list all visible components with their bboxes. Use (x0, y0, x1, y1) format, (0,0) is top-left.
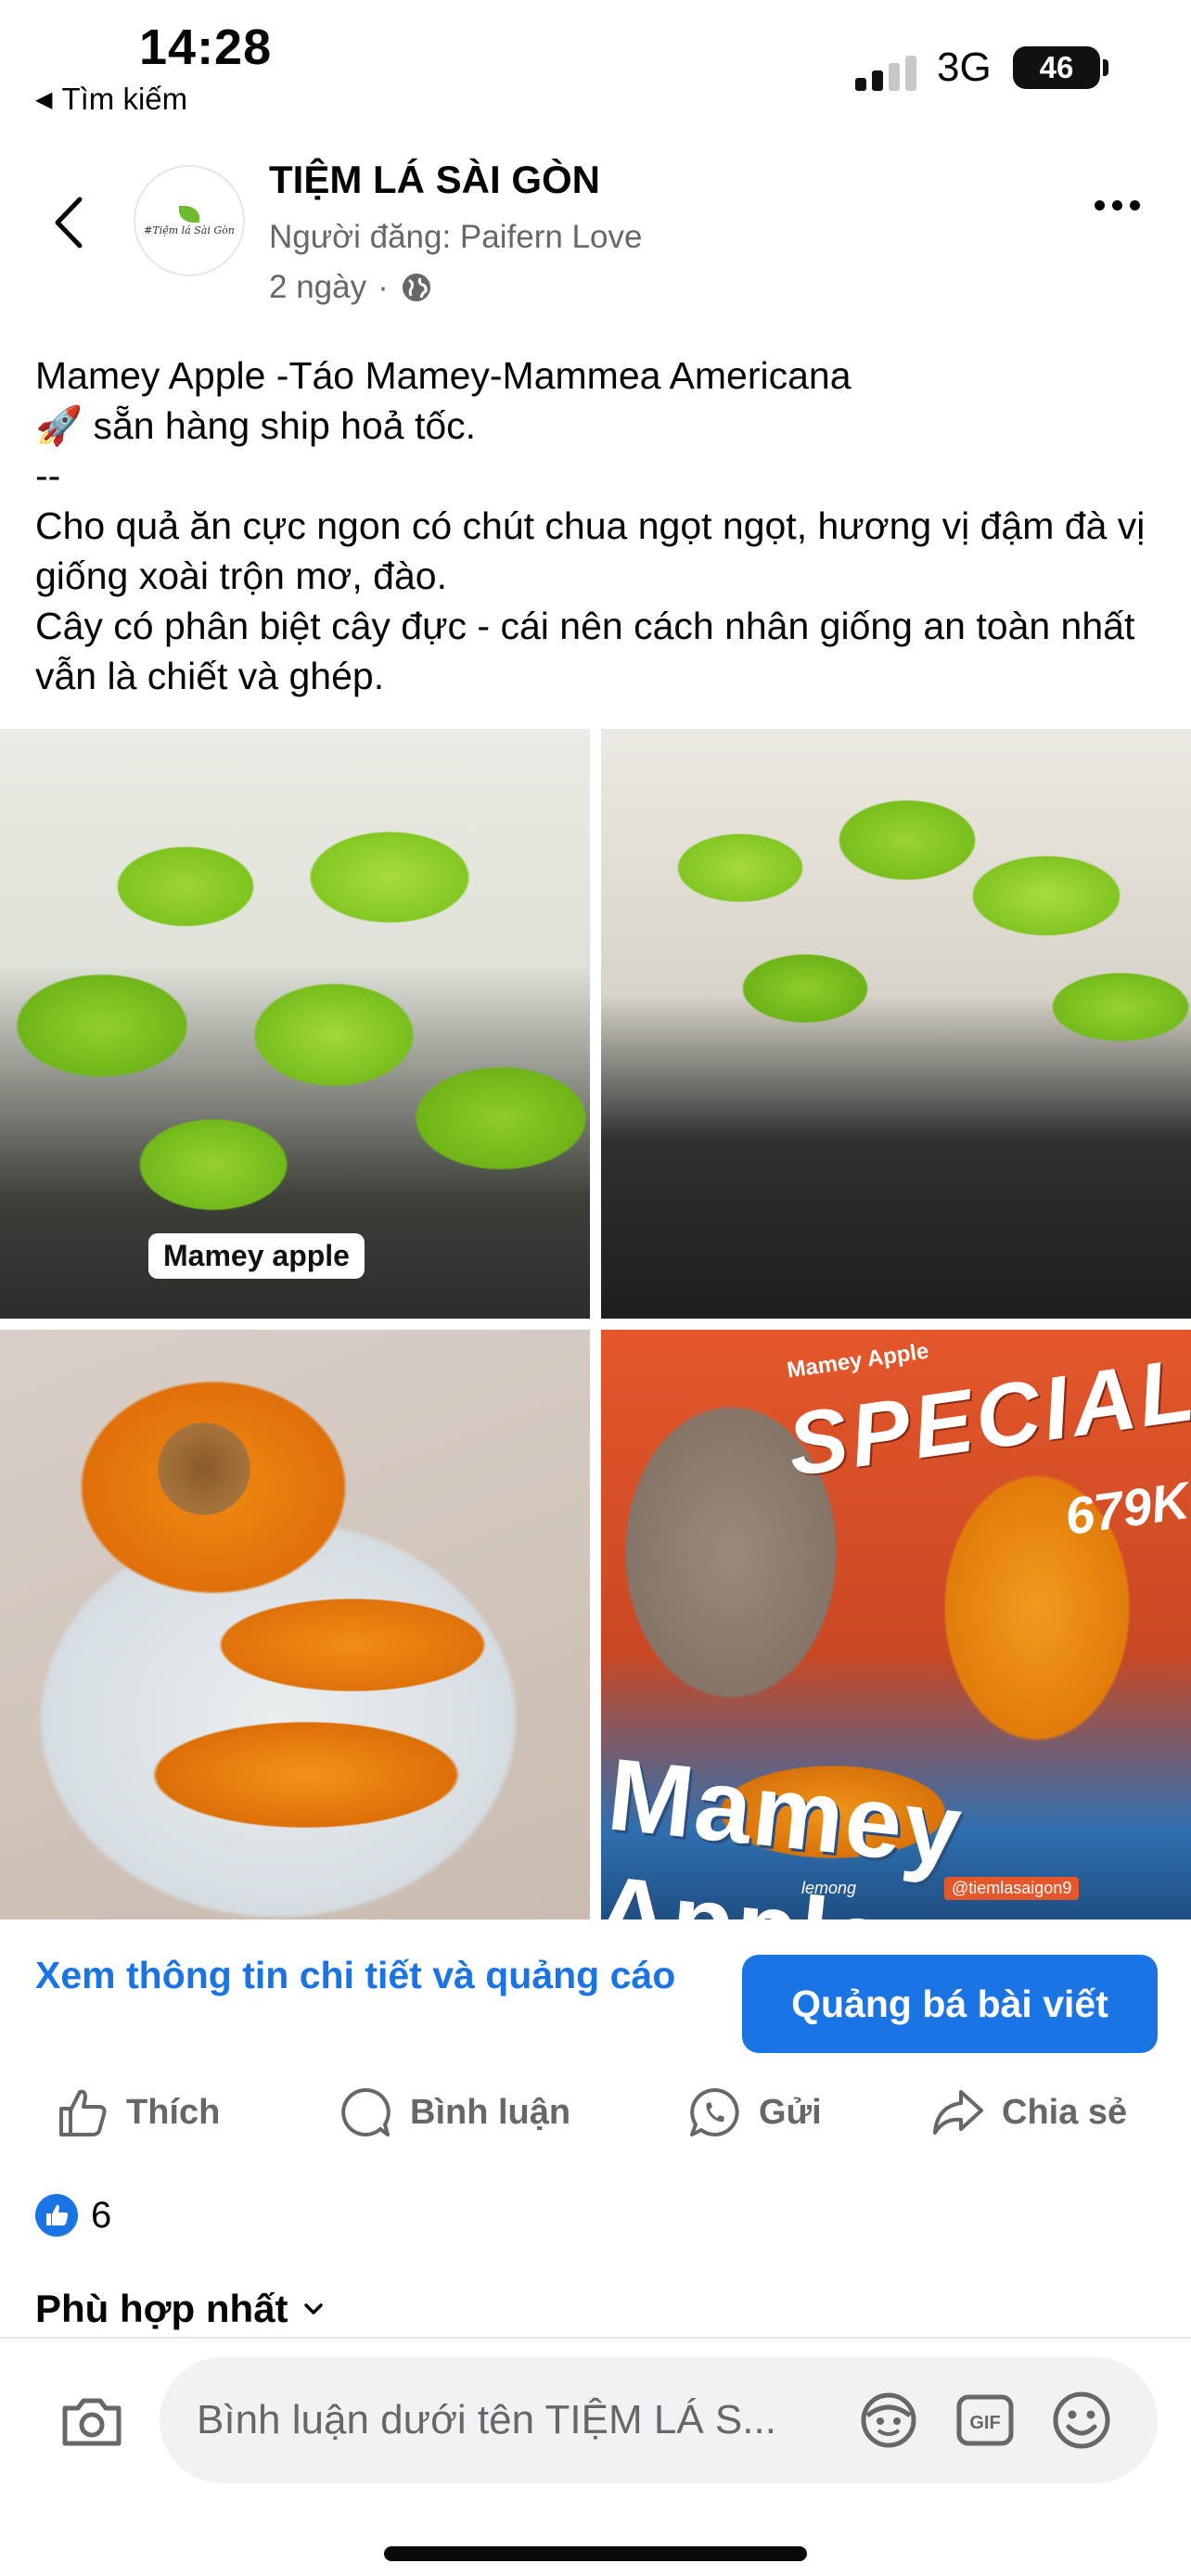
post-text: Mamey Apple -Táo Mamey-Mammea Americana … (35, 351, 1167, 701)
back-button[interactable] (45, 185, 91, 260)
avatar-sticker-button[interactable] (857, 2389, 920, 2452)
comment-bubble-icon (341, 2087, 391, 2136)
post-time: 2 ngày (269, 269, 367, 305)
share-button[interactable]: Chia sẻ (929, 2075, 1127, 2149)
meta-separator: · (378, 269, 389, 305)
photo-logo-text: lemong (801, 1879, 857, 1897)
gif-button[interactable]: GIF (954, 2389, 1017, 2452)
like-button[interactable]: Thích (54, 2075, 220, 2149)
leaf-icon (179, 205, 199, 223)
post-text-line: Cây có phân biệt cây đực - cái nên cách … (35, 605, 1146, 697)
network-type: 3G (937, 45, 992, 90)
dot-icon (1130, 200, 1140, 210)
emoji-icon (1053, 2391, 1110, 2449)
more-options-button[interactable] (1095, 200, 1140, 210)
post-header: #Tiệm lá Sài Gòn TIỆM LÁ SÀI GÒN Người đ… (0, 148, 1191, 334)
like-label: Thích (126, 2092, 221, 2132)
send-button[interactable]: Gửi (686, 2075, 822, 2149)
view-details-link[interactable]: Xem thông tin chi tiết và quảng cáo (35, 1947, 685, 2003)
battery-level: 46 (1039, 50, 1074, 84)
post-author: Người đăng: Paifern Love (269, 219, 643, 255)
photo-mamey-fruit-cut[interactable] (0, 1330, 590, 1919)
like-reaction-icon (35, 2194, 78, 2237)
globe-icon (402, 274, 430, 301)
back-triangle-icon: ◀ (35, 86, 53, 112)
status-bar: 14:28 ◀ Tìm kiếm 3G 46 (0, 0, 1191, 130)
home-indicator[interactable] (384, 2546, 807, 2561)
photo-mamey-saplings[interactable] (601, 729, 1191, 1319)
page-name[interactable]: TIỆM LÁ SÀI GÒN (269, 158, 600, 202)
camera-icon (62, 2398, 122, 2446)
post-text-line: Cho quả ăn cực ngon có chút chua ngọt ng… (35, 504, 1156, 597)
post-text-line: -- (35, 454, 61, 497)
photo-label: Mamey apple (148, 1233, 365, 1279)
avatar-sticker-icon (861, 2392, 916, 2448)
status-time: 14:28 (139, 19, 273, 75)
reaction-count: 6 (91, 2194, 112, 2236)
post-text-line: 🚀 sẵn hàng ship hoả tốc. (35, 404, 477, 447)
reaction-summary[interactable]: 6 (35, 2194, 111, 2237)
post-text-line: Mamey Apple -Táo Mamey-Mammea Americana (35, 354, 852, 397)
share-label: Chia sẻ (1002, 2092, 1128, 2132)
photo-price-text: 679K (1061, 1470, 1191, 1547)
sort-label: Phù hợp nhất (35, 2287, 288, 2330)
photo-watermark: @tiemlasaigon9 (944, 1877, 1080, 1900)
svg-text:GIF: GIF (969, 2413, 1000, 2433)
avatar-text: #Tiệm lá Sài Gòn (144, 223, 235, 236)
dot-icon (1112, 200, 1122, 210)
comment-sort-dropdown[interactable]: Phù hợp nhất (35, 2287, 324, 2331)
post-action-bar: Thích Bình luận Gửi Chia sẻ (0, 2075, 1191, 2149)
page-avatar[interactable]: #Tiệm lá Sài Gòn (134, 165, 245, 276)
comment-composer: GIF (0, 2337, 1191, 2576)
post-meta: 2 ngày · (269, 269, 433, 306)
chevron-down-icon (303, 2303, 323, 2315)
chevron-left-icon (55, 197, 83, 249)
emoji-button[interactable] (1050, 2389, 1113, 2452)
whatsapp-icon (690, 2087, 739, 2136)
comment-label: Bình luận (410, 2092, 571, 2132)
camera-button[interactable] (58, 2387, 126, 2455)
thumbs-up-icon (59, 2089, 107, 2136)
back-app-label: Tìm kiếm (61, 82, 188, 116)
comment-button[interactable]: Bình luận (338, 2075, 570, 2149)
back-to-search-link[interactable]: ◀ Tìm kiếm (35, 82, 187, 117)
battery-tip (1103, 59, 1108, 76)
boost-post-button[interactable]: Quảng bá bài viết (742, 1955, 1158, 2053)
photo-grid: Mamey apple Mamey Apple SPECIAL 679K Mam… (0, 729, 1191, 1919)
photo-mamey-text: Mamey Apple (601, 1737, 968, 1919)
battery-icon: 46 (1013, 46, 1100, 89)
signal-icon (855, 48, 916, 91)
send-label: Gửi (759, 2092, 822, 2132)
composer-icons: GIF (857, 2389, 1113, 2452)
share-arrow-icon (933, 2090, 983, 2135)
gif-icon: GIF (956, 2394, 1014, 2446)
dot-icon (1095, 200, 1105, 210)
photo-mamey-special[interactable]: Mamey Apple SPECIAL 679K Mamey Apple lem… (601, 1330, 1191, 1919)
photo-mamey-plant[interactable]: Mamey apple (0, 729, 590, 1319)
